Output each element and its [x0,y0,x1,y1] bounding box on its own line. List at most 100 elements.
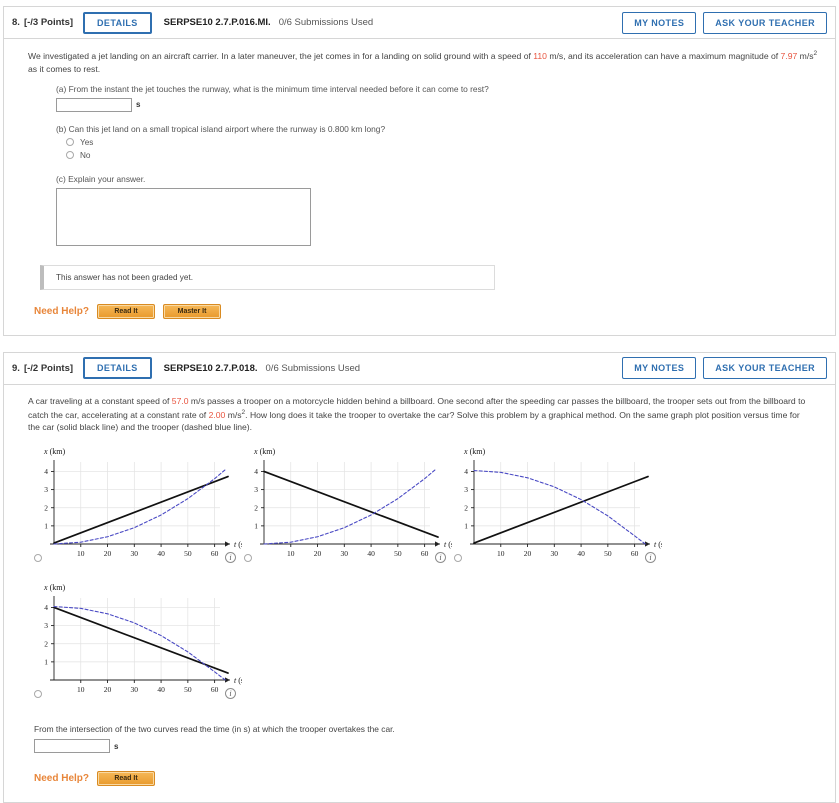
part-a-answer-input[interactable] [56,97,132,112]
question-8-header: 8. [-/3 Points] DETAILS SERPSE10 2.7.P.0… [4,7,835,39]
question-card-9: 9. [-/2 Points] DETAILS SERPSE10 2.7.P.0… [3,351,836,803]
question-9-code: SERPSE10 2.7.P.018. [163,362,258,374]
ask-your-teacher-button-9[interactable]: ASK YOUR TEACHER [703,357,827,380]
graph-3-plot: 10 20 30 40 50 60 1 2 3 4 x (km) t (s) [463,447,662,558]
svg-text:40: 40 [577,549,585,558]
details-button-8[interactable]: DETAILS [83,11,152,34]
svg-text:3: 3 [44,485,48,494]
svg-text:t (s): t (s) [654,540,662,549]
grading-status-note: This answer has not been graded yet. [40,264,495,290]
svg-text:50: 50 [184,685,192,694]
svg-text:10: 10 [497,549,505,558]
stem-value-speed: 110 [533,50,547,61]
question-card-8: 8. [-/3 Points] DETAILS SERPSE10 2.7.P.0… [3,6,836,336]
part-b-option-yes[interactable]: Yes [66,138,825,147]
final-question-label: From the intersection of the two curves … [34,724,395,735]
question-9-submissions: 0/6 Submissions Used [265,362,361,374]
series-1-curve [53,606,229,675]
svg-text:1: 1 [254,522,258,531]
part-b-label: (b) Can this jet land on a small tropica… [56,123,386,134]
svg-text:20: 20 [104,685,112,694]
final-answer-unit: s [114,741,119,751]
master-it-button-8[interactable]: Master It [163,303,222,319]
graph-option-3[interactable]: 1020304050601234x (km)t (s)i [452,442,662,572]
svg-text:20: 20 [524,549,532,558]
read-it-button-9[interactable]: Read It [97,771,156,787]
stem9-text-a: A car traveling at a constant speed of [28,395,172,406]
svg-text:x (km): x (km) [253,447,275,456]
svg-text:2: 2 [44,639,48,648]
svg-text:x (km): x (km) [463,447,485,456]
question-9-header: 9. [-/2 Points] DETAILS SERPSE10 2.7.P.0… [4,352,835,385]
stem-text-d: as it comes to rest. [28,63,101,74]
series-1-curve [473,475,649,545]
svg-text:t (s): t (s) [234,676,242,685]
stem-text-b: m/s, and its acceleration can have a max… [546,50,781,61]
series-1-curve [263,470,439,539]
stem-text-c: m/s [797,50,814,61]
svg-text:50: 50 [184,549,192,558]
read-it-button-8[interactable]: Read It [97,303,156,319]
graph-option-2[interactable]: 1020304050601234x (km)t (s)i [242,442,452,572]
need-help-row-9: Need Help? Read It [34,771,825,787]
radio-yes[interactable] [66,138,74,147]
svg-text:60: 60 [631,549,639,558]
radio-yes-label: Yes [80,137,94,147]
part-a-unit: s [136,100,141,110]
stem9-text-c: m/s [225,409,242,420]
stem9-value-acceleration: 2.00 [208,409,226,420]
graph-4-plot: 10 20 30 40 50 60 1 2 3 4 x (km) t (s) [43,583,242,694]
svg-text:60: 60 [211,549,219,558]
question-8-stem: We investigated a jet landing on an airc… [28,49,825,76]
part-c-explanation-textarea[interactable] [56,187,311,246]
svg-text:30: 30 [131,549,139,558]
part-b-option-no[interactable]: No [66,151,825,160]
graph-option-4[interactable]: 1020304050601234x (km)t (s)i [32,578,242,708]
graph-2-plot: 10 20 30 40 50 60 1 2 3 4 x (km) t (s) [253,447,452,558]
radio-no-label: No [80,150,91,160]
svg-text:4: 4 [44,603,48,612]
svg-text:x (km): x (km) [43,583,65,592]
graph-1-plot: 10 20 30 40 50 60 1 2 3 4 x (km) t (s) [43,447,242,558]
svg-text:2: 2 [464,503,468,512]
svg-text:t (s): t (s) [234,540,242,549]
my-notes-button-8[interactable]: MY NOTES [622,11,697,34]
part-c-label: (c) Explain your answer. [56,173,146,184]
svg-text:1: 1 [464,522,468,531]
need-help-label-9: Need Help? [34,773,90,785]
question-8-part-b: (b) Can this jet land on a small tropica… [56,124,825,160]
svg-text:50: 50 [394,549,402,558]
question-9-body: A car traveling at a constant speed of 5… [4,385,835,803]
svg-text:30: 30 [551,549,559,558]
svg-text:2: 2 [44,503,48,512]
svg-text:20: 20 [104,549,112,558]
svg-text:x (km): x (km) [43,447,65,456]
graph-option-1[interactable]: 1020304050601234x (km)t (s)i [32,442,242,572]
svg-text:4: 4 [44,467,48,476]
svg-text:10: 10 [77,549,85,558]
svg-text:t (s): t (s) [444,540,452,549]
details-button-9[interactable]: DETAILS [83,357,152,380]
part-a-answer-row: s [56,97,825,112]
stem-exponent: 2 [813,50,818,57]
question-8-code: SERPSE10 2.7.P.016.MI. [163,17,271,28]
svg-text:3: 3 [254,485,258,494]
svg-text:2: 2 [254,503,258,512]
svg-text:20: 20 [314,549,322,558]
my-notes-button-9[interactable]: MY NOTES [622,357,697,380]
final-answer-input[interactable] [34,739,110,754]
question-9-points: [-/2 Points] [23,362,74,374]
need-help-row-8: Need Help? Read It Master It [34,303,825,319]
graph-options-group: 1020304050601234x (km)t (s)i102030405060… [32,442,825,714]
svg-text:4: 4 [254,467,258,476]
question-8-number: 8. [12,17,20,28]
ask-your-teacher-button-8[interactable]: ASK YOUR TEACHER [703,11,827,34]
assignment-page: 8. [-/3 Points] DETAILS SERPSE10 2.7.P.0… [0,6,839,803]
radio-no[interactable] [66,151,74,160]
svg-text:50: 50 [604,549,612,558]
svg-text:30: 30 [131,685,139,694]
stem9-value-speed: 57.0 [171,395,189,406]
svg-text:3: 3 [44,621,48,630]
question-8-points: [-/3 Points] [23,17,74,28]
svg-text:60: 60 [421,549,429,558]
